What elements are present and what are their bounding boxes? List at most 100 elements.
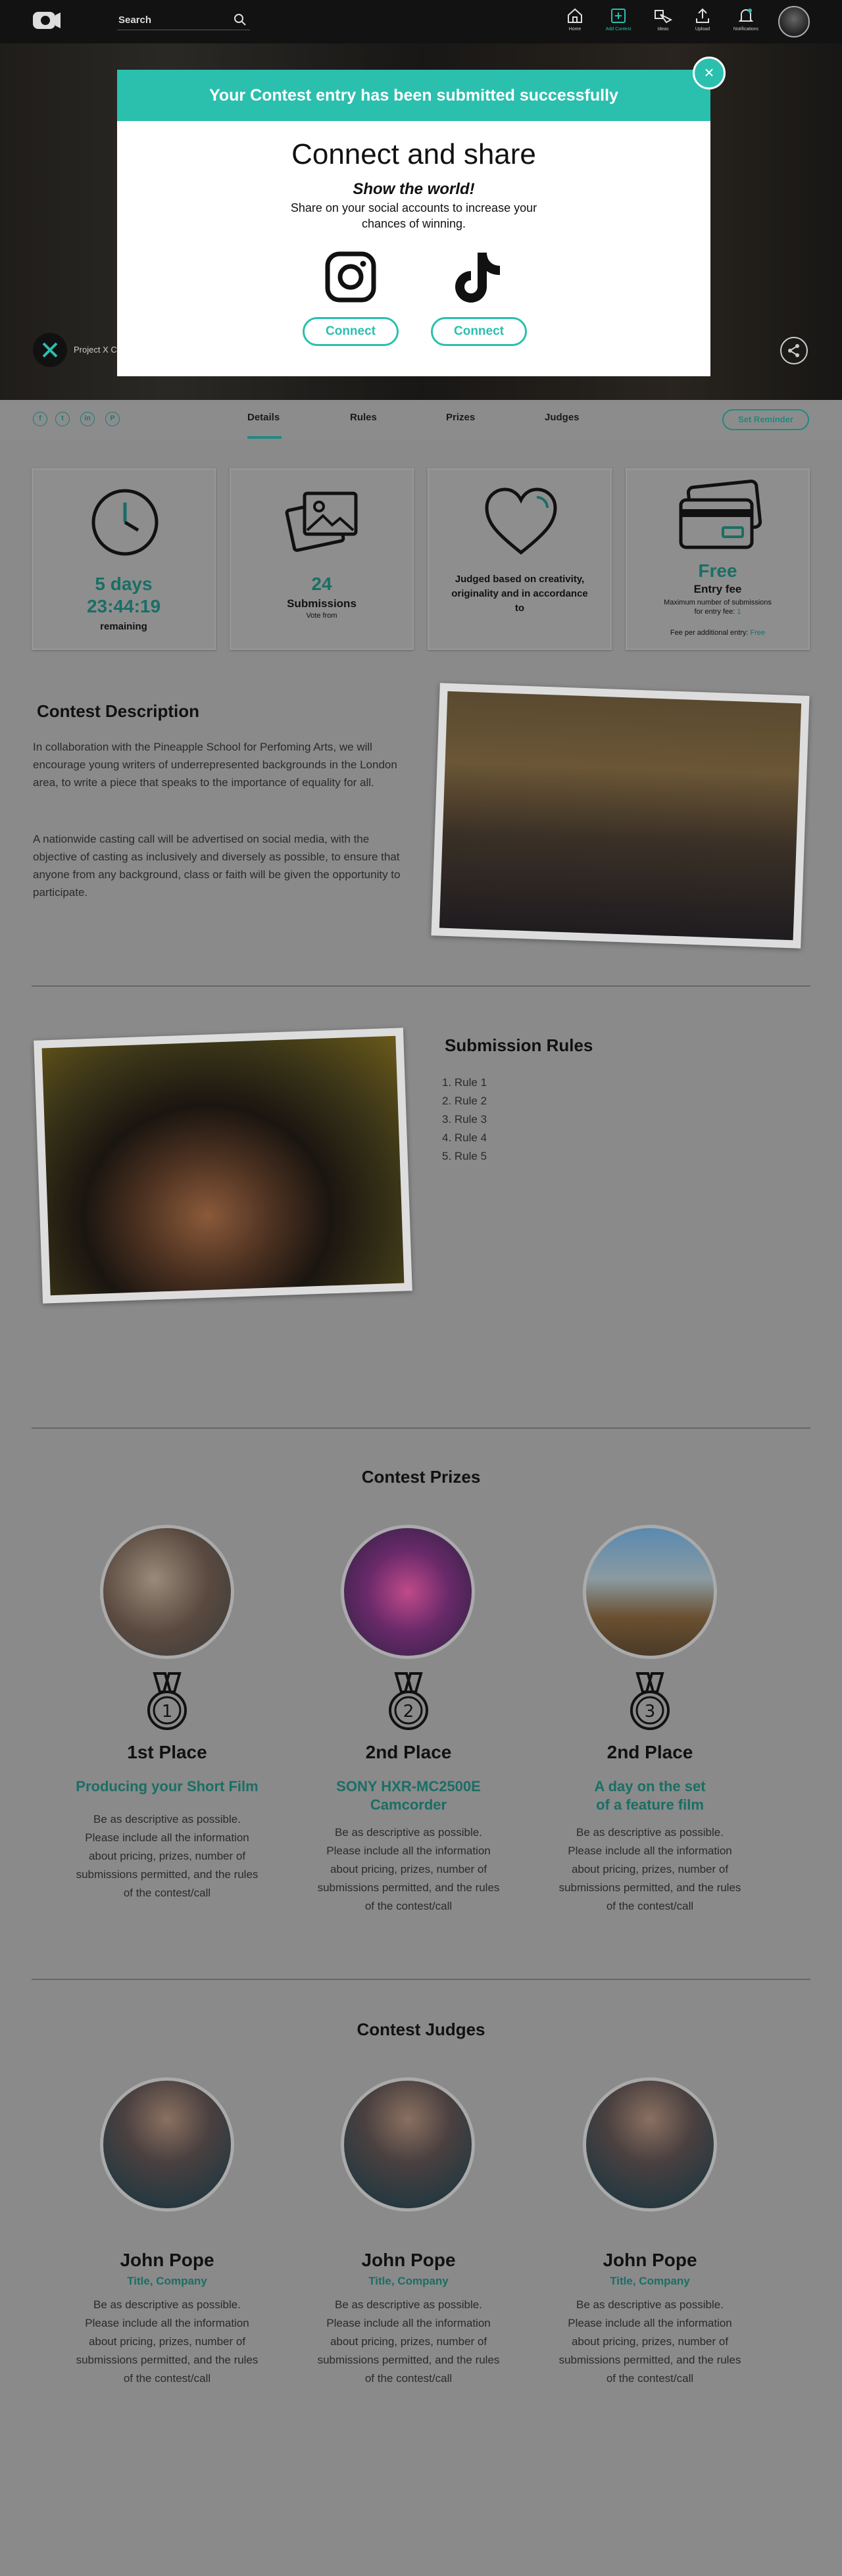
prize-name-2-line2: Camcorder (370, 1796, 447, 1813)
prize-image-1 (100, 1525, 234, 1659)
search-input[interactable]: Search (117, 11, 250, 30)
additional-fee-value: Free (750, 629, 766, 637)
connect-instagram-button[interactable]: Connect (303, 317, 399, 346)
time-remaining-card: 5 days 23:44:19 remaining (32, 468, 216, 650)
judges-title: Contest Judges (357, 2019, 485, 2039)
nav-notifications[interactable]: Notifications (729, 7, 763, 37)
medal-number-1: 1 (162, 1702, 173, 1721)
tab-judges[interactable]: Judges (545, 412, 580, 423)
nav-add-contest[interactable]: Add Contest (601, 7, 635, 37)
share-button[interactable] (780, 337, 808, 364)
prize-place-3: 2nd Place (607, 1742, 693, 1762)
judging-criteria-text: Judged based on creativity, originality … (451, 574, 588, 614)
medal-number-3: 3 (645, 1702, 656, 1721)
gallery-icon (285, 491, 358, 552)
prize-name-3-line1: A day on the set (594, 1778, 706, 1795)
nav-home-label: Home (568, 27, 582, 32)
entry-fee-label: Entry fee (693, 583, 742, 595)
set-reminder-button[interactable]: Set Reminder (722, 409, 809, 430)
nav-notifications-label: Notifications (733, 27, 759, 32)
rule-item-text: Rule 3 (454, 1113, 487, 1126)
prize-image-2 (341, 1525, 475, 1659)
entry-fee-value: Free (698, 560, 737, 581)
search-icon[interactable] (233, 12, 247, 27)
portrait-photo (34, 1028, 412, 1304)
nav-home[interactable]: Home (558, 7, 592, 37)
description-paragraph-2: A nationwide casting call will be advert… (33, 833, 401, 899)
tab-rules[interactable]: Rules (350, 412, 377, 423)
rule-item: 2. Rule 2 (442, 1095, 487, 1107)
prize-image-3 (583, 1525, 717, 1659)
modal-subtitle: Show the world! (353, 180, 475, 198)
group-photo (431, 683, 810, 949)
bell-icon (738, 9, 754, 22)
user-avatar[interactable] (778, 6, 810, 37)
days-remaining: 5 days (95, 574, 153, 594)
prize-description-3: Be as descriptive as possible. Please in… (558, 1826, 741, 1912)
modal-success-banner: Your Contest entry has been submitted su… (117, 70, 710, 121)
logo-icon[interactable] (32, 9, 62, 32)
rule-item-text: Rule 5 (454, 1150, 487, 1162)
judge-name-2: John Pope (361, 2250, 456, 2270)
additional-fee-label: Fee per additional entry: (670, 629, 751, 637)
judging-criteria-card: Judged based on creativity, originality … (428, 468, 612, 650)
rule-item: 5. Rule 5 (442, 1150, 487, 1162)
judge-photo-2 (341, 2077, 475, 2212)
nav-upload-label: Upload (695, 27, 710, 32)
prizes-title: Contest Prizes (361, 1467, 481, 1487)
remaining-label: remaining (100, 621, 147, 632)
portrait-photo-image (41, 1035, 405, 1296)
prize-place-2: 2nd Place (365, 1742, 452, 1762)
clock-icon (91, 489, 159, 556)
group-photo-image (439, 691, 802, 941)
judge-title-2: Title, Company (368, 2275, 449, 2287)
facebook-icon[interactable]: f (33, 412, 47, 426)
twitter-icon[interactable]: t (55, 412, 70, 426)
instagram-icon[interactable] (325, 251, 376, 303)
modal-title: Connect and share (291, 138, 536, 170)
rule-item-text: Rule 2 (454, 1095, 487, 1107)
search-placeholder: Search (118, 14, 152, 26)
additional-fee-line: Fee per additional entry: Free (627, 629, 808, 637)
judge-photo-1 (100, 2077, 234, 2212)
tab-details[interactable]: Details (247, 412, 280, 423)
nav-ideas[interactable]: Ideas (646, 7, 680, 37)
rules-title: Submission Rules (445, 1035, 593, 1055)
rule-item-text: Rule 1 (454, 1076, 487, 1089)
tiktok-icon[interactable] (454, 250, 503, 304)
judge-name-1: John Pope (120, 2250, 214, 2270)
max-submissions-label: Maximum number of submissions (664, 599, 772, 607)
linkedin-icon[interactable]: in (80, 412, 95, 426)
project-badge[interactable] (33, 333, 67, 367)
pinterest-icon[interactable]: P (105, 412, 120, 426)
medal-icon-3: 3 (630, 1672, 670, 1730)
add-contest-icon (611, 9, 626, 23)
judge-title-3: Title, Company (610, 2275, 690, 2287)
nav-upload[interactable]: Upload (685, 7, 720, 37)
top-nav-bar: Search Home Add Contest Ideas Upload Not… (0, 0, 842, 43)
home-icon (568, 8, 582, 23)
upload-icon (696, 8, 709, 23)
submissions-count: 24 (311, 574, 332, 594)
tab-prizes[interactable]: Prizes (446, 412, 475, 423)
entry-fee-card: Free Entry fee Maximum number of submiss… (626, 468, 810, 650)
max-submissions-line2: for entry fee: 1 (627, 608, 808, 616)
prize-name-3: A day on the set of a feature film (551, 1777, 749, 1814)
prize-description-2: Be as descriptive as possible. Please in… (317, 1826, 500, 1912)
medal-icon-2: 2 (389, 1672, 428, 1730)
rule-item: 3. Rule 3 (442, 1113, 487, 1126)
contest-tabs-bar: f t in P Details Rules Prizes Judges Set… (0, 400, 842, 439)
connect-tiktok-button[interactable]: Connect (431, 317, 527, 346)
submissions-label: Submissions (287, 597, 357, 610)
section-divider-3 (32, 1979, 810, 1980)
project-x-icon (42, 342, 58, 358)
rules-list: 1. Rule 1 2. Rule 2 3. Rule 3 4. Rule 4 … (442, 1074, 487, 1166)
medal-number-2: 2 (403, 1702, 414, 1721)
prize-description-1: Be as descriptive as possible. Please in… (76, 1813, 259, 1899)
judge-description-1: Be as descriptive as possible. Please in… (76, 2298, 259, 2385)
share-modal: Your Contest entry has been submitted su… (117, 70, 710, 376)
prize-place-1: 1st Place (127, 1742, 207, 1762)
modal-close-button[interactable]: × (693, 57, 726, 89)
rule-item: 1. Rule 1 (442, 1076, 487, 1089)
hero-caption: Project X C (74, 345, 117, 355)
